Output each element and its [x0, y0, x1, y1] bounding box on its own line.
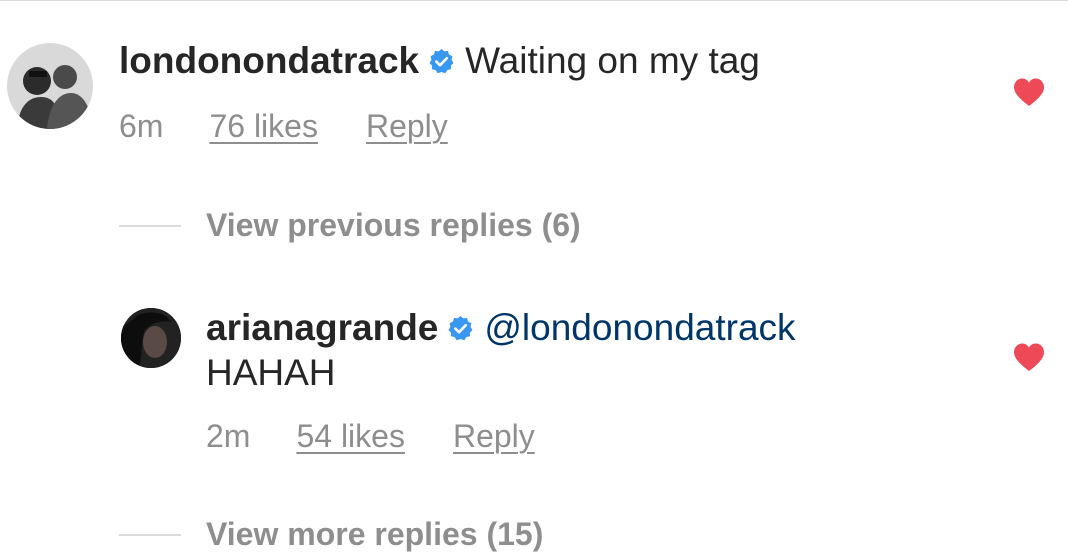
view-previous-replies-label: View previous replies (6) — [206, 207, 581, 243]
reply-likes-link[interactable]: 54 likes — [296, 418, 405, 455]
view-more-replies-label: View more replies (15) — [206, 516, 544, 552]
divider-line — [119, 224, 181, 227]
divider-line — [119, 533, 181, 536]
comment-header: londonondatrack Waiting on my tag — [119, 40, 760, 82]
comment-username[interactable]: londonondatrack — [119, 40, 419, 82]
reply-meta: 2m 54 likes Reply — [206, 418, 535, 455]
reply-avatar[interactable] — [121, 308, 181, 368]
reply-timestamp: 2m — [206, 418, 251, 454]
reply-mention-link[interactable]: @londonondatrack — [484, 307, 795, 349]
reply-reply-button[interactable]: Reply — [453, 418, 535, 455]
comment-timestamp: 6m — [119, 108, 164, 144]
reply-heart-icon[interactable] — [1012, 342, 1046, 372]
verified-badge-icon — [447, 315, 474, 342]
comment-heart-icon[interactable] — [1012, 77, 1046, 107]
comment-likes-link[interactable]: 76 likes — [209, 108, 318, 145]
reply-header: arianagrande @londonondatrack — [206, 307, 796, 349]
avatar[interactable] — [7, 43, 93, 129]
view-previous-replies-button[interactable]: View previous replies (6) — [119, 207, 581, 244]
verified-badge-icon — [428, 48, 455, 75]
view-more-replies-button[interactable]: View more replies (15) — [119, 516, 543, 553]
reply-username[interactable]: arianagrande — [206, 307, 438, 349]
comment-meta: 6m 76 likes Reply — [119, 108, 448, 145]
top-divider — [0, 0, 1068, 1]
comment-reply-button[interactable]: Reply — [366, 108, 448, 145]
comment-text: Waiting on my tag — [465, 40, 760, 81]
reply-text: HAHAH — [206, 352, 336, 393]
